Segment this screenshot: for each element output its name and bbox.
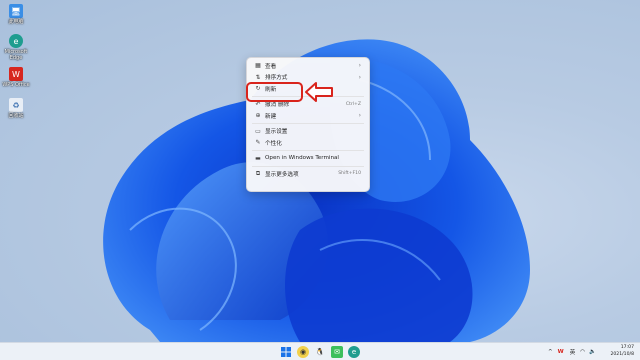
menu-item-shortcut: Ctrl+Z (345, 101, 361, 107)
qq-icon[interactable]: 🐧 (314, 346, 326, 358)
display-icon: ▭ (255, 127, 261, 135)
wechat-icon[interactable]: ✉ (331, 346, 343, 358)
recycle-bin-icon: ♻ (9, 98, 23, 112)
menu-item-label: 新建 (265, 113, 277, 120)
desktop-icon-edge[interactable]: e Microsoft Edge (2, 34, 30, 61)
wps-tray-icon[interactable]: W (558, 349, 564, 355)
chevron-right-icon: › (358, 112, 361, 120)
desktop-icon-label: Microsoft Edge (4, 49, 28, 61)
menu-item-new[interactable]: ⊕ 新建 › (250, 110, 366, 122)
menu-item-label: 个性化 (265, 140, 282, 147)
ime-indicator[interactable]: 英 (570, 348, 576, 356)
system-tray: ^ W 英 ◠ 🔈 (548, 343, 596, 360)
clock[interactable]: 17:07 2021/10/8 (610, 345, 634, 358)
annotation-highlight-box (246, 82, 303, 102)
menu-item-show-more-options[interactable]: ⧉ 显示更多选项 Shift+F10 (250, 168, 366, 180)
edge-taskbar-icon[interactable]: e (348, 346, 360, 358)
menu-item-personalize[interactable]: ✎ 个性化 (250, 137, 366, 149)
desktop-icon-recycle-bin[interactable]: ♻ 回收站 (2, 98, 30, 119)
menu-separator (252, 165, 364, 167)
desktop-icon-this-pc[interactable]: 🖥 此电脑 (2, 4, 30, 25)
wps-icon: W (9, 67, 23, 81)
taskbar: ◉ 🐧 ✉ e ^ W 英 ◠ 🔈 17:07 2021/10/8 (0, 342, 640, 360)
more-options-icon: ⧉ (255, 169, 261, 177)
menu-item-label: 显示更多选项 (265, 171, 299, 178)
menu-item-view[interactable]: ▦ 查看 › (250, 60, 366, 72)
desktop-icon-wps[interactable]: W WPS Office (2, 67, 30, 88)
menu-item-display-settings[interactable]: ▭ 显示设置 (250, 126, 366, 138)
grid-icon: ▦ (255, 62, 261, 70)
desktop-context-menu: ▦ 查看 › ⇅ 排序方式 › ↻ 刷新 ↶ 撤消 删除 Ctrl+Z ⊕ 新建… (246, 57, 370, 192)
volume-icon[interactable]: 🔈 (589, 349, 596, 355)
menu-item-label: 查看 (265, 63, 277, 70)
menu-item-label: 显示设置 (265, 129, 288, 136)
desktop-icon-label: 回收站 (8, 113, 24, 119)
new-icon: ⊕ (255, 112, 261, 120)
menu-item-shortcut: Shift+F10 (338, 171, 361, 177)
computer-icon: 🖥 (9, 4, 23, 18)
chrome-icon[interactable]: ◉ (297, 346, 309, 358)
chevron-right-icon: › (358, 73, 361, 81)
menu-item-label: Open in Windows Terminal (265, 155, 339, 162)
edge-icon: e (9, 34, 23, 48)
windows-logo-icon (281, 347, 291, 357)
clock-date: 2021/10/8 (610, 351, 634, 357)
menu-separator (252, 123, 364, 124)
menu-item-open-terminal[interactable]: ▬ Open in Windows Terminal (250, 153, 366, 165)
sort-icon: ⇅ (255, 73, 261, 81)
chevron-up-icon[interactable]: ^ (548, 349, 553, 355)
desktop-icon-label: WPS Office (2, 82, 30, 88)
terminal-icon: ▬ (255, 154, 261, 162)
desktop-icon-label: 此电脑 (8, 19, 24, 25)
annotation-arrow-icon (305, 82, 333, 102)
chevron-right-icon: › (358, 62, 361, 70)
menu-item-label: 排序方式 (265, 75, 288, 82)
start-button[interactable] (280, 346, 292, 358)
brush-icon: ✎ (255, 139, 261, 147)
wifi-icon[interactable]: ◠ (580, 349, 585, 355)
menu-separator (252, 150, 364, 151)
